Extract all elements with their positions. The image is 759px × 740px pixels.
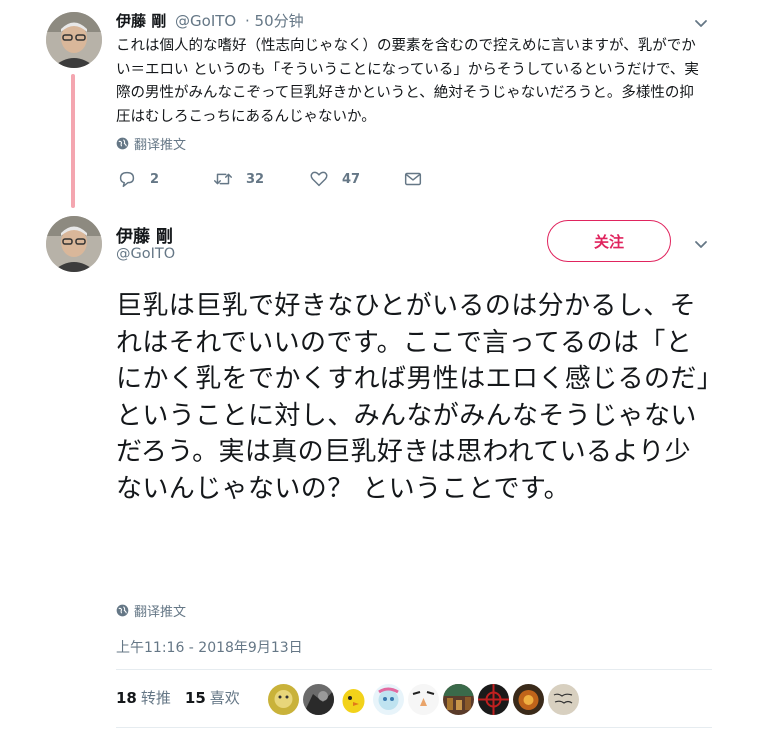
author-handle[interactable]: @GoITO <box>116 246 175 262</box>
tweet-stats: 18 转推 15 喜欢 <box>116 687 240 708</box>
retweet-stat-label: 转推 <box>140 689 171 707</box>
follow-button[interactable]: 关注 <box>547 220 671 262</box>
liker-avatar[interactable] <box>513 684 544 715</box>
tweet-header: 伊藤 剛 @GoITO · 50分钟 <box>116 10 304 31</box>
divider <box>116 727 712 728</box>
retweet-button[interactable]: 32 <box>212 168 264 190</box>
author-name[interactable]: 伊藤 剛 <box>116 12 166 30</box>
tweet-time[interactable]: · 50分钟 <box>245 12 304 30</box>
liker-avatar[interactable] <box>478 684 509 715</box>
retweet-stat-count: 18 <box>116 689 137 707</box>
liker-avatar[interactable] <box>373 684 404 715</box>
globe-icon <box>116 137 129 150</box>
translate-label: 翻译推文 <box>134 138 187 153</box>
liker-avatar[interactable] <box>443 684 474 715</box>
liker-avatar[interactable] <box>548 684 579 715</box>
retweet-count: 32 <box>246 171 265 187</box>
liker-avatar[interactable] <box>303 684 334 715</box>
reply-button[interactable]: 2 <box>116 168 159 190</box>
tweet-timestamp[interactable]: 上午11:16 - 2018年9月13日 <box>116 637 303 657</box>
retweet-icon <box>214 173 232 185</box>
avatar[interactable] <box>46 12 102 68</box>
like-stat[interactable]: 15 喜欢 <box>185 687 240 708</box>
author-name[interactable]: 伊藤 剛 <box>116 222 173 247</box>
reply-icon <box>119 171 135 188</box>
reply-count: 2 <box>150 171 160 187</box>
like-button[interactable]: 47 <box>308 168 360 190</box>
tweet-text: これは個人的な嗜好（性志向じゃなく）の要素を含むので控えめに言いますが、乳がでか… <box>116 38 699 125</box>
tweet-text: 巨乳は巨乳で好きなひとがいるのは分かるし、それはそれでいいのです。ここで言ってる… <box>116 291 711 504</box>
heart-icon <box>310 171 328 187</box>
direct-message-button[interactable] <box>402 168 424 190</box>
liker-avatar[interactable] <box>268 684 299 715</box>
chevron-down-icon[interactable] <box>692 14 710 32</box>
thread-connector-line <box>71 74 75 208</box>
mail-icon <box>404 172 422 186</box>
translate-link[interactable]: 翻译推文 <box>116 134 186 153</box>
divider <box>116 669 712 670</box>
liker-avatar[interactable] <box>338 684 369 715</box>
translate-link[interactable]: 翻译推文 <box>116 601 186 620</box>
avatar[interactable] <box>46 216 102 272</box>
globe-icon <box>116 604 129 617</box>
liker-avatars <box>268 684 579 715</box>
like-stat-count: 15 <box>184 689 206 707</box>
like-count: 47 <box>342 171 361 187</box>
author-handle[interactable]: @GoITO <box>175 12 236 30</box>
liker-avatar[interactable] <box>408 684 439 715</box>
chevron-down-icon[interactable] <box>692 235 710 253</box>
retweet-stat[interactable]: 18 转推 <box>116 687 171 708</box>
like-stat-label: 喜欢 <box>209 689 240 707</box>
translate-label: 翻译推文 <box>134 605 187 620</box>
